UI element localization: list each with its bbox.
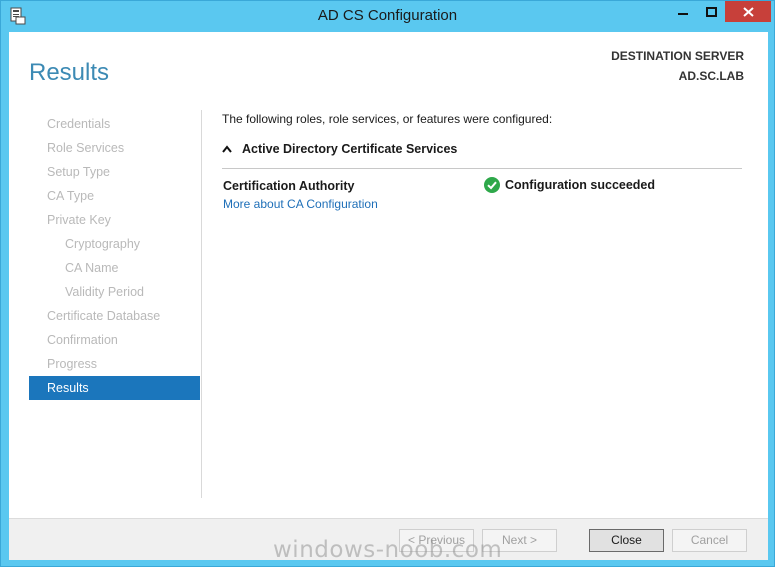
nav-item-cryptography[interactable]: Cryptography <box>29 232 200 256</box>
maximize-button[interactable] <box>697 1 725 22</box>
role-status: Configuration succeeded <box>484 177 655 193</box>
nav-item-validity-period[interactable]: Validity Period <box>29 280 200 304</box>
close-button[interactable]: Close <box>589 529 664 552</box>
minimize-button[interactable] <box>669 1 697 22</box>
section-header[interactable]: Active Directory Certificate Services <box>222 142 742 156</box>
role-status-text: Configuration succeeded <box>505 178 656 192</box>
more-about-ca-link[interactable]: More about CA Configuration <box>223 197 378 211</box>
nav-item-results[interactable]: Results <box>29 376 200 400</box>
nav-item-role-services[interactable]: Role Services <box>29 136 200 160</box>
maximize-icon <box>705 6 717 17</box>
nav-item-ca-type[interactable]: CA Type <box>29 184 200 208</box>
close-window-button[interactable] <box>725 1 771 22</box>
destination-server-value: AD.SC.LAB <box>678 69 744 83</box>
nav-item-progress[interactable]: Progress <box>29 352 200 376</box>
section-divider <box>222 168 742 169</box>
nav-item-ca-name[interactable]: CA Name <box>29 256 200 280</box>
nav-item-credentials[interactable]: Credentials <box>29 112 200 136</box>
watermark: windows-noob.com <box>273 537 503 563</box>
nav-item-private-key[interactable]: Private Key <box>29 208 200 232</box>
wizard-client-area: Results DESTINATION SERVER AD.SC.LAB Cre… <box>9 32 768 560</box>
app-window: AD CS Configuration Results DESTINATION … <box>0 0 775 567</box>
wizard-nav: Credentials Role Services Setup Type CA … <box>29 112 200 400</box>
nav-item-setup-type[interactable]: Setup Type <box>29 160 200 184</box>
close-icon <box>742 6 754 17</box>
nav-item-confirmation[interactable]: Confirmation <box>29 328 200 352</box>
section-title: Active Directory Certificate Services <box>242 142 458 156</box>
page-title: Results <box>29 59 110 86</box>
minimize-icon <box>678 12 688 15</box>
window-title: AD CS Configuration <box>317 7 458 24</box>
nav-item-certificate-database[interactable]: Certificate Database <box>29 304 200 328</box>
role-name: Certification Authority <box>223 179 355 193</box>
results-intro-text: The following roles, role services, or f… <box>222 112 553 126</box>
nav-divider <box>201 110 202 498</box>
title-bar[interactable]: AD CS Configuration <box>1 1 774 31</box>
chevron-up-icon[interactable] <box>222 145 232 153</box>
check-circle-icon <box>484 177 500 193</box>
cancel-button[interactable]: Cancel <box>672 529 747 552</box>
destination-server-label: DESTINATION SERVER <box>611 49 744 63</box>
